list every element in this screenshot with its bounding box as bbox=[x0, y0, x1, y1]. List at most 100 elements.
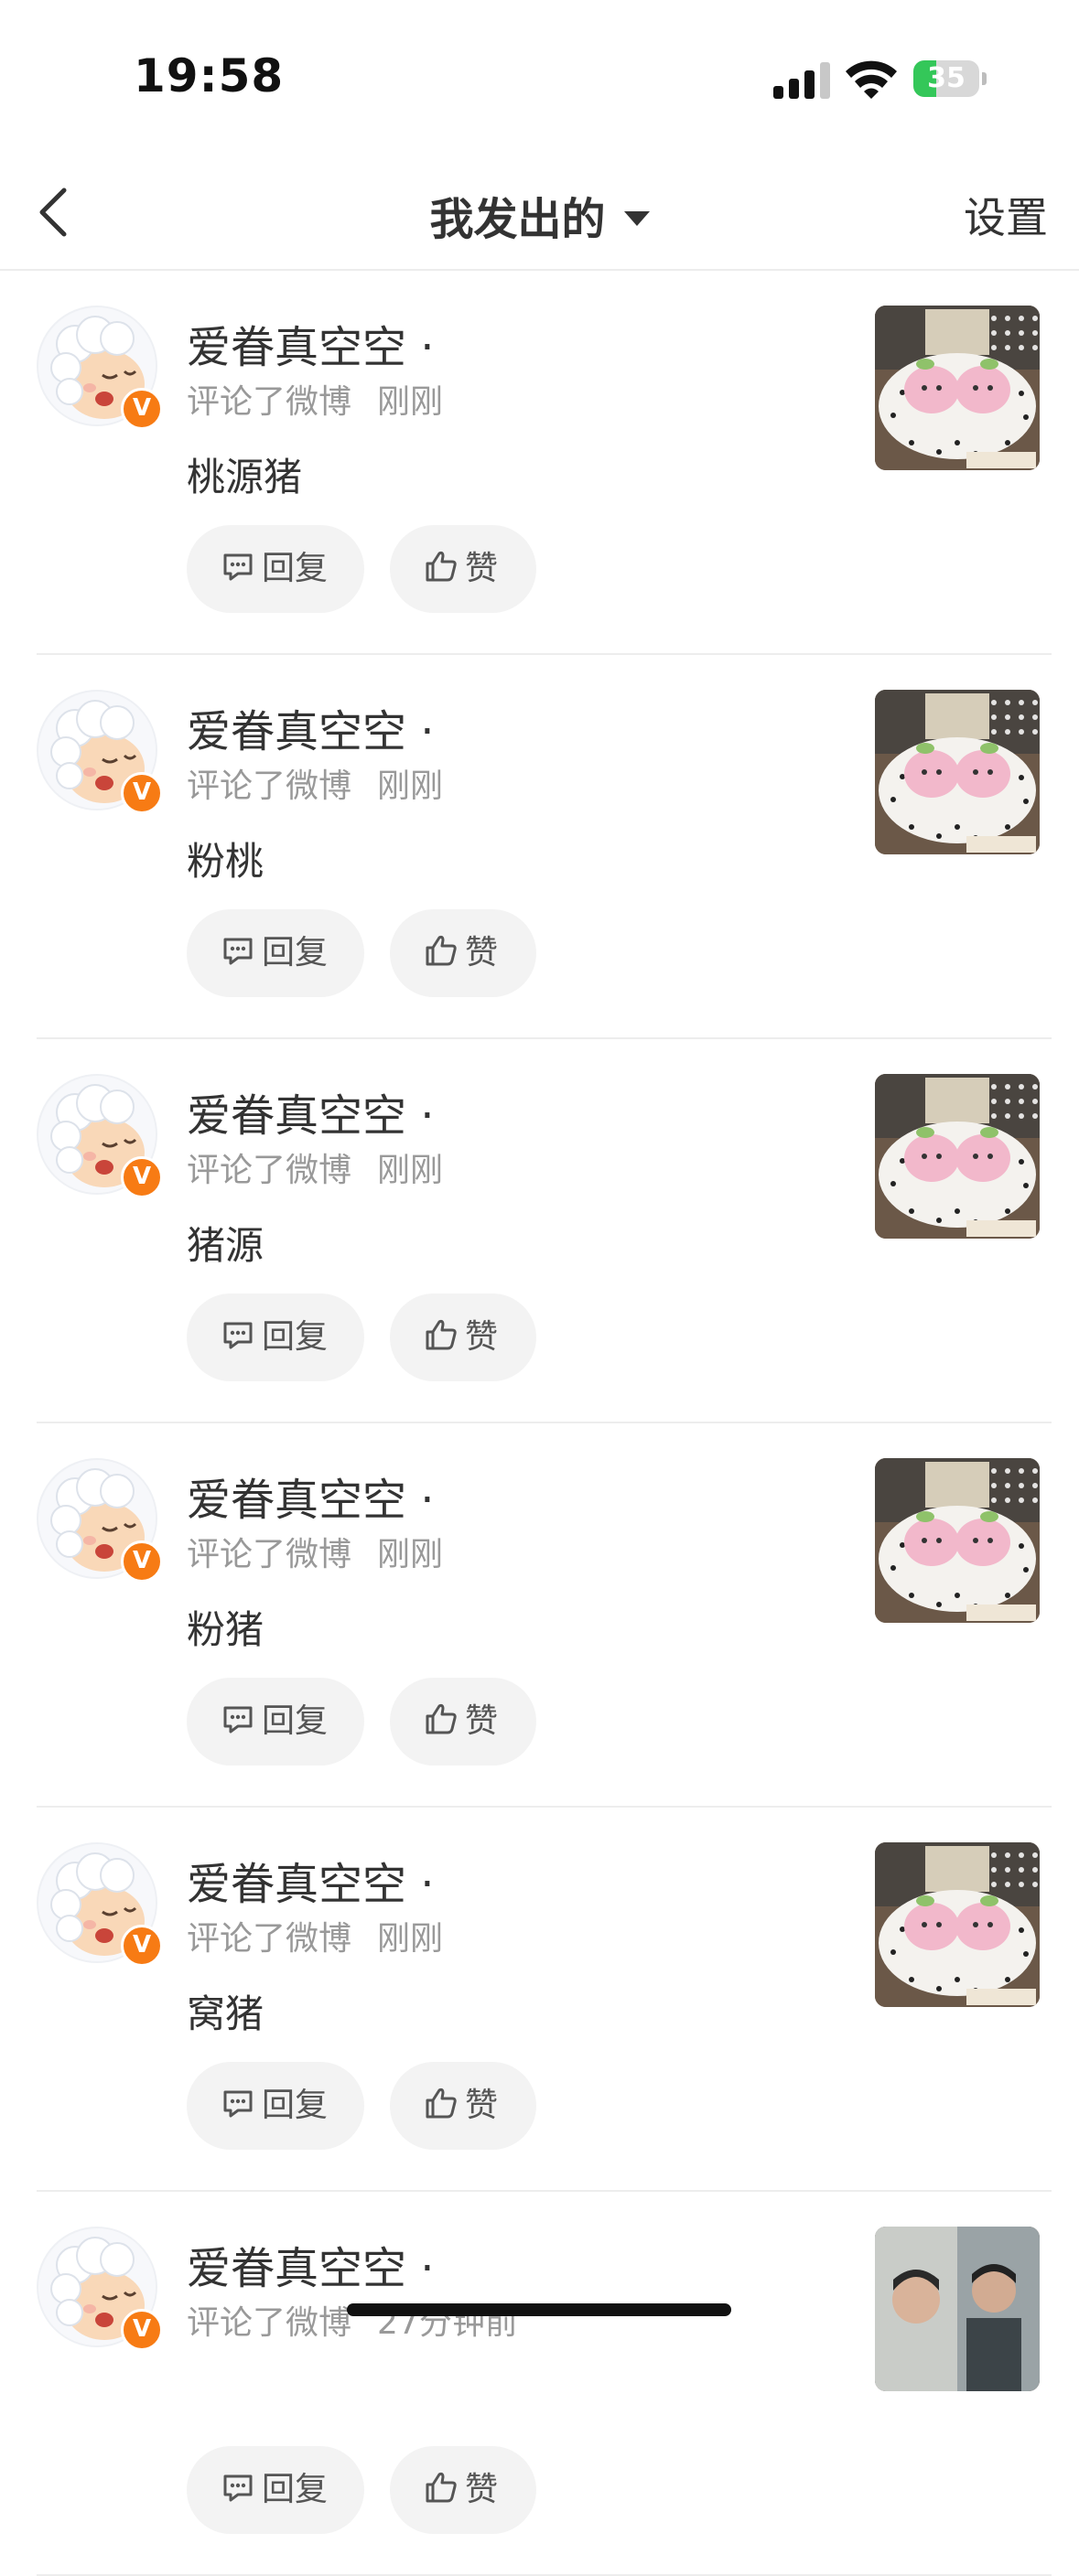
like-label: 赞 bbox=[465, 550, 499, 587]
plush-peach-photo bbox=[875, 1842, 1040, 2007]
reply-button[interactable]: 回复 bbox=[187, 2062, 364, 2150]
wifi-icon bbox=[846, 60, 897, 99]
avatar[interactable]: V bbox=[37, 1842, 163, 1967]
reply-button[interactable]: 回复 bbox=[187, 1678, 364, 1766]
action-text: 评论了微博 bbox=[187, 2304, 352, 2342]
like-button[interactable]: 赞 bbox=[390, 525, 536, 613]
timestamp: 刚刚 bbox=[377, 1536, 444, 1573]
nav-title-dropdown[interactable]: 我发出的 bbox=[429, 183, 650, 247]
avatar[interactable]: V bbox=[37, 306, 163, 430]
reply-button[interactable]: 回复 bbox=[187, 909, 364, 997]
like-button[interactable]: 赞 bbox=[390, 1678, 536, 1766]
home-indicator bbox=[347, 2303, 731, 2316]
reply-label: 回复 bbox=[262, 550, 329, 587]
dot-separator: · bbox=[420, 1090, 435, 1142]
reply-button[interactable]: 回复 bbox=[187, 525, 364, 613]
comment-text: 粉猪 bbox=[187, 1607, 264, 1652]
nav-bar: 我发出的 设置 bbox=[0, 156, 1079, 271]
plush-peach-photo bbox=[875, 306, 1040, 470]
weibo-thumbnail[interactable] bbox=[875, 1842, 1040, 2007]
battery-tip bbox=[982, 72, 987, 85]
verified-badge: V bbox=[121, 772, 163, 814]
thumbs-up-icon bbox=[426, 2088, 457, 2119]
comment-meta: 评论了微博 刚刚 bbox=[187, 759, 443, 807]
back-button[interactable] bbox=[26, 177, 90, 247]
reply-button[interactable]: 回复 bbox=[187, 1293, 364, 1381]
comment-text: 猪源 bbox=[187, 1223, 264, 1268]
timestamp: 刚刚 bbox=[377, 1920, 444, 1958]
weibo-thumbnail[interactable] bbox=[875, 1458, 1040, 1623]
username[interactable]: 爱眷真空空 · bbox=[187, 1848, 435, 1912]
comment-bubble-icon bbox=[223, 2474, 253, 2502]
settings-button[interactable]: 设置 bbox=[964, 185, 1048, 245]
action-text: 评论了微博 bbox=[187, 383, 352, 421]
comment-bubble-icon bbox=[223, 1706, 253, 1733]
timestamp: 刚刚 bbox=[377, 383, 444, 421]
verified-badge: V bbox=[121, 1540, 163, 1583]
battery-icon: 35 bbox=[913, 60, 987, 97]
verified-badge: V bbox=[121, 388, 163, 430]
comment-bubble-icon bbox=[223, 553, 253, 581]
weibo-thumbnail[interactable] bbox=[875, 2227, 1040, 2391]
thumbs-up-icon bbox=[426, 2472, 457, 2503]
signal-icon bbox=[773, 62, 830, 99]
comment-item[interactable]: V 爱眷真空空 · 评论了微博 刚刚 窝猪 回复 赞 bbox=[0, 1808, 1079, 2192]
comment-text: 窝猪 bbox=[187, 1991, 264, 2036]
person-photo bbox=[875, 2227, 1040, 2391]
comment-item[interactable]: V 爱眷真空空 · 评论了微博 刚刚 桃源猪 回复 赞 bbox=[0, 271, 1079, 655]
comment-item[interactable]: V 爱眷真空空 · 评论了微博 27分钟前 回复 赞 bbox=[0, 2192, 1079, 2576]
username[interactable]: 爱眷真空空 · bbox=[187, 695, 435, 759]
username[interactable]: 爱眷真空空 · bbox=[187, 2232, 435, 2296]
reply-label: 回复 bbox=[262, 1318, 329, 1356]
avatar[interactable]: V bbox=[37, 1074, 163, 1198]
action-text: 评论了微博 bbox=[187, 1536, 352, 1573]
reply-label: 回复 bbox=[262, 2087, 329, 2124]
avatar[interactable]: V bbox=[37, 690, 163, 814]
comment-meta: 评论了微博 刚刚 bbox=[187, 1912, 443, 1959]
username[interactable]: 爱眷真空空 · bbox=[187, 1464, 435, 1528]
comment-item[interactable]: V 爱眷真空空 · 评论了微博 刚刚 猪源 回复 赞 bbox=[0, 1039, 1079, 1423]
comment-item[interactable]: V 爱眷真空空 · 评论了微博 刚刚 粉桃 回复 赞 bbox=[0, 655, 1079, 1039]
like-button[interactable]: 赞 bbox=[390, 2062, 536, 2150]
like-label: 赞 bbox=[465, 2087, 499, 2124]
dot-separator: · bbox=[420, 1859, 435, 1910]
avatar[interactable]: V bbox=[37, 1458, 163, 1583]
avatar[interactable]: V bbox=[37, 2227, 163, 2351]
action-text: 评论了微博 bbox=[187, 767, 352, 805]
like-button[interactable]: 赞 bbox=[390, 2446, 536, 2534]
page-title: 我发出的 bbox=[429, 194, 606, 245]
reply-label: 回复 bbox=[262, 934, 329, 971]
like-label: 赞 bbox=[465, 1702, 499, 1740]
comment-bubble-icon bbox=[223, 1322, 253, 1349]
chevron-left-icon bbox=[39, 188, 67, 237]
reply-button[interactable]: 回复 bbox=[187, 2446, 364, 2534]
dot-separator: · bbox=[420, 322, 435, 373]
verified-badge: V bbox=[121, 2309, 163, 2351]
like-button[interactable]: 赞 bbox=[390, 1293, 536, 1381]
action-text: 评论了微博 bbox=[187, 1152, 352, 1189]
status-bar: 19:58 35 bbox=[0, 0, 1079, 156]
weibo-thumbnail[interactable] bbox=[875, 690, 1040, 854]
weibo-thumbnail[interactable] bbox=[875, 1074, 1040, 1239]
status-time: 19:58 bbox=[134, 49, 285, 102]
comment-meta: 评论了微博 刚刚 bbox=[187, 1143, 443, 1191]
reply-label: 回复 bbox=[262, 1702, 329, 1740]
like-label: 赞 bbox=[465, 934, 499, 971]
username[interactable]: 爱眷真空空 · bbox=[187, 311, 435, 375]
comment-bubble-icon bbox=[223, 938, 253, 965]
dot-separator: · bbox=[420, 2243, 435, 2294]
dot-separator: · bbox=[420, 706, 435, 757]
verified-badge: V bbox=[121, 1156, 163, 1198]
thumbs-up-icon bbox=[426, 935, 457, 966]
like-label: 赞 bbox=[465, 1318, 499, 1356]
plush-peach-photo bbox=[875, 690, 1040, 854]
action-text: 评论了微博 bbox=[187, 1920, 352, 1958]
comment-meta: 评论了微博 刚刚 bbox=[187, 375, 443, 423]
verified-badge: V bbox=[121, 1925, 163, 1967]
comment-meta: 评论了微博 刚刚 bbox=[187, 1528, 443, 1575]
comment-item[interactable]: V 爱眷真空空 · 评论了微博 刚刚 粉猪 回复 赞 bbox=[0, 1423, 1079, 1808]
like-button[interactable]: 赞 bbox=[390, 909, 536, 997]
weibo-thumbnail[interactable] bbox=[875, 306, 1040, 470]
thumbs-up-icon bbox=[426, 1703, 457, 1734]
username[interactable]: 爱眷真空空 · bbox=[187, 1079, 435, 1143]
